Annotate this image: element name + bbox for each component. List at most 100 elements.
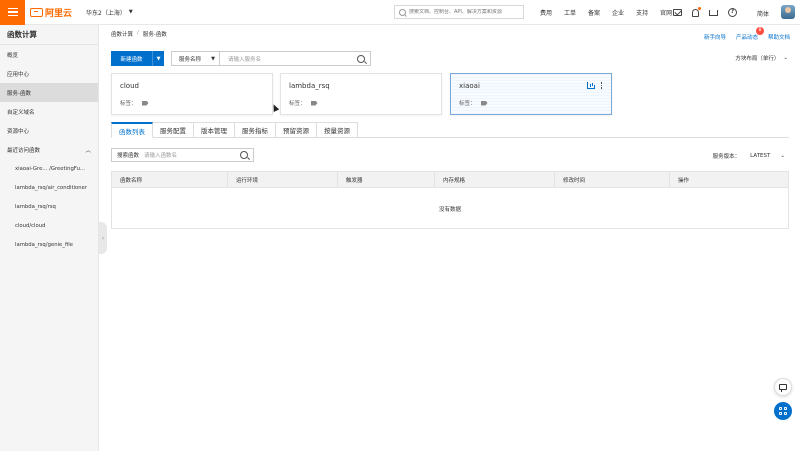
service-search-input[interactable]: 请输入服务名 [220,55,357,63]
service-card-selected[interactable]: xiaoai 标签： [450,73,612,115]
function-search-input[interactable]: 请输入函数名 [144,151,240,159]
sidebar-title: 函数计算 [0,25,98,45]
language-switch[interactable]: 简体 [757,9,769,18]
recent-item[interactable]: xiaoai-Gre... /GreetingFu... [0,159,98,178]
service-card[interactable]: cloud 标签： [111,73,273,115]
help-icon[interactable]: ? [728,8,737,17]
aliyun-logo-icon [30,7,43,17]
recent-item[interactable]: lambda_rsq/genie_file [0,235,98,254]
news-badge: 8 [755,27,764,35]
function-search: 搜索函数 请输入函数名 [111,148,254,162]
sidebar: 函数计算 概览 应用中心 服务-函数 自定义域名 资源中心 最近访问函数 ︿ x… [0,25,99,451]
tab-service-config[interactable]: 服务配置 [153,122,194,138]
version-value: LATEST [750,153,771,159]
chat-icon [779,384,787,392]
more-icon[interactable] [600,82,602,89]
column-header: 修改时间 [555,172,670,187]
tab-function-list[interactable]: 函数列表 [111,122,153,138]
bell-icon[interactable] [692,6,701,17]
version-label: 服务版本： [712,154,741,160]
tab-service-metrics[interactable]: 服务指标 [235,122,276,138]
tag-icon[interactable] [310,100,318,106]
service-tabs: 函数列表 服务配置 版本管理 服务指标 预留资源 按量资源 [111,122,358,138]
nav-support[interactable]: 支持 [630,8,654,17]
main-content: 函数计算 / 服务-函数 新手向导 产品动态 8 帮助文档 新建函数 ▼ 服务名… [100,25,800,451]
search-icon[interactable] [357,54,365,63]
region-selector[interactable]: 华东2（上海） ▼ [86,8,133,17]
tag-icon[interactable] [141,100,149,106]
recent-title: 最近访问函数 [7,147,41,154]
recent-item[interactable]: cloud/cloud [0,216,98,235]
chevron-down-icon: ⌄ [783,55,788,61]
news-link-label: 产品动态 [735,35,758,41]
docs-link[interactable]: 帮助文档 [768,33,790,41]
column-header: 运行环境 [228,172,338,187]
guide-link[interactable]: 新手向导 [704,33,726,41]
tab-on-demand-resources[interactable]: 按量资源 [317,122,358,138]
caret-down-icon: ▼ [128,9,133,15]
card-actions [586,82,602,89]
top-icons: ? [673,0,737,25]
breadcrumb-item[interactable]: 函数计算 [111,30,133,38]
caret-down-icon: ▼ [211,55,215,62]
service-filter: 服务名称 ▼ 请输入服务名 [171,51,371,66]
version-selector[interactable]: 服务版本： LATEST ⌄ [713,152,785,160]
service-card[interactable]: lambda_rsq 标签： [280,73,442,115]
tab-reserved-resources[interactable]: 预留资源 [276,122,317,138]
service-name: xiaoai [459,82,480,90]
top-nav: 费用 工单 备案 企业 支持 官网 [534,0,678,25]
mail-icon[interactable] [673,9,682,16]
grid-icon [779,407,787,415]
recent-item[interactable]: lambda_rsq/air_conditioner [0,178,98,197]
breadcrumb-item: 服务-函数 [142,32,167,38]
search-icon[interactable] [240,151,248,159]
chevron-up-icon: ︿ [85,147,91,154]
nav-icp[interactable]: 备案 [582,8,606,17]
notification-dot [698,6,701,10]
new-function-button[interactable]: 新建函数 ▼ [111,51,164,66]
menu-icon[interactable] [0,0,25,25]
nav-enterprise[interactable]: 企业 [606,8,630,17]
chat-button[interactable] [774,378,792,396]
sidebar-item-app-center[interactable]: 应用中心 [0,64,98,83]
breadcrumb-separator: / [137,30,139,36]
news-link[interactable]: 产品动态 8 [735,27,764,41]
service-filter-select[interactable]: 服务名称 ▼ [172,52,220,65]
tag-label: 标签： [289,101,306,107]
function-table: 函数名称 运行环境 触发器 内存规格 修改时间 操作 没有数据 [111,171,789,229]
nav-billing[interactable]: 费用 [534,8,558,17]
recent-item[interactable]: lambda_rsq/rsq [0,197,98,216]
global-search-input[interactable] [409,9,519,15]
empty-state: 没有数据 [438,206,461,213]
service-tag: 标签： [120,99,149,107]
avatar[interactable] [781,5,795,19]
nav-tickets[interactable]: 工单 [558,8,582,17]
tag-icon[interactable] [480,100,488,106]
chart-icon[interactable] [586,82,595,89]
sidebar-item-custom-domain[interactable]: 自定义域名 [0,102,98,121]
global-search[interactable] [394,5,524,19]
sidebar-group-recent[interactable]: 最近访问函数 ︿ [0,140,98,159]
cart-icon[interactable] [709,9,718,16]
column-header: 内存规格 [435,172,555,187]
sidebar-item-services[interactable]: 服务-函数 [0,83,98,102]
function-search-label: 搜索函数 [117,153,140,159]
new-function-label: 新建函数 [120,56,143,63]
column-header: 操作 [678,177,690,184]
layout-select[interactable]: 方块布局（单行） ⌄ [735,54,788,62]
tag-label: 标签： [459,101,476,107]
tab-version-management[interactable]: 版本管理 [194,122,235,138]
column-header: 函数名称 [112,172,228,187]
table-header: 函数名称 运行环境 触发器 内存规格 修改时间 操作 [112,172,788,188]
logo[interactable]: 阿里云 [30,6,72,19]
tag-label: 标签： [120,101,137,107]
service-name: lambda_rsq [289,82,330,90]
chevron-down-icon[interactable]: ▼ [152,51,164,66]
breadcrumb: 函数计算 / 服务-函数 [111,30,167,38]
region-label: 华东2（上海） [86,9,126,17]
column-header: 触发器 [338,172,435,187]
apps-button[interactable] [774,402,792,420]
sidebar-item-resource-center[interactable]: 资源中心 [0,121,98,140]
sidebar-item-overview[interactable]: 概览 [0,45,98,64]
service-tag: 标签： [459,99,488,107]
